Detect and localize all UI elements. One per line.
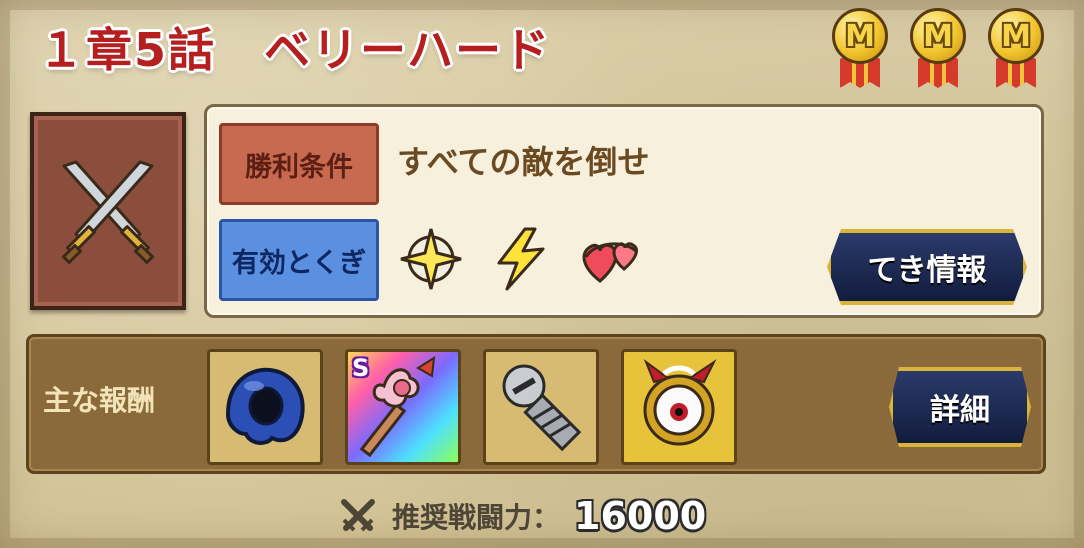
recommended-power-value: 16000 bbox=[574, 494, 707, 538]
medal-icon: M bbox=[910, 8, 966, 88]
recommended-power-label: 推奨戦闘力： bbox=[392, 501, 561, 534]
reward-item[interactable]: S bbox=[345, 349, 461, 465]
reward-item[interactable] bbox=[621, 349, 737, 465]
hearts-icon bbox=[577, 225, 645, 293]
blue-slime-helmet-icon bbox=[225, 367, 305, 445]
enemy-info-button[interactable]: てき情報 bbox=[827, 229, 1027, 305]
rewards-label: 主な報酬 bbox=[43, 384, 156, 417]
reward-item[interactable] bbox=[207, 349, 323, 465]
medal-icon: M bbox=[988, 8, 1044, 88]
eyeball-emblem-icon bbox=[643, 359, 717, 446]
reward-details-button[interactable]: 詳細 bbox=[889, 367, 1031, 447]
reward-item[interactable] bbox=[483, 349, 599, 465]
recommended-power: 推奨戦闘力： 16000 bbox=[338, 490, 706, 542]
medal-row: M M M bbox=[832, 8, 1044, 88]
crossed-swords-icon bbox=[62, 160, 154, 264]
battle-type-card bbox=[30, 112, 186, 310]
lightning-icon bbox=[487, 225, 555, 293]
stage-info-dialog: １章5話 ベリーハード M M M 勝利条件 すべての敵を倒せ 有効とくぎ てき… bbox=[0, 0, 1084, 548]
medal-icon: M bbox=[832, 8, 888, 88]
stage-title: １章5話 ベリーハード bbox=[38, 23, 552, 77]
victory-conditions-panel: 勝利条件 すべての敵を倒せ 有効とくぎ てき情報 bbox=[204, 104, 1044, 318]
victory-condition-text: すべての敵を倒せ bbox=[397, 143, 650, 181]
rewards-panel: 主な報酬 S 詳細 bbox=[26, 334, 1046, 474]
crossed-swords-small-icon bbox=[341, 499, 375, 532]
effective-skills-tag: 有効とくぎ bbox=[219, 219, 379, 301]
light-burst-icon bbox=[397, 225, 465, 293]
screw-icon bbox=[502, 364, 582, 452]
rank-badge: S bbox=[352, 354, 370, 382]
victory-condition-tag: 勝利条件 bbox=[219, 123, 379, 205]
effective-skill-icons bbox=[397, 225, 645, 293]
